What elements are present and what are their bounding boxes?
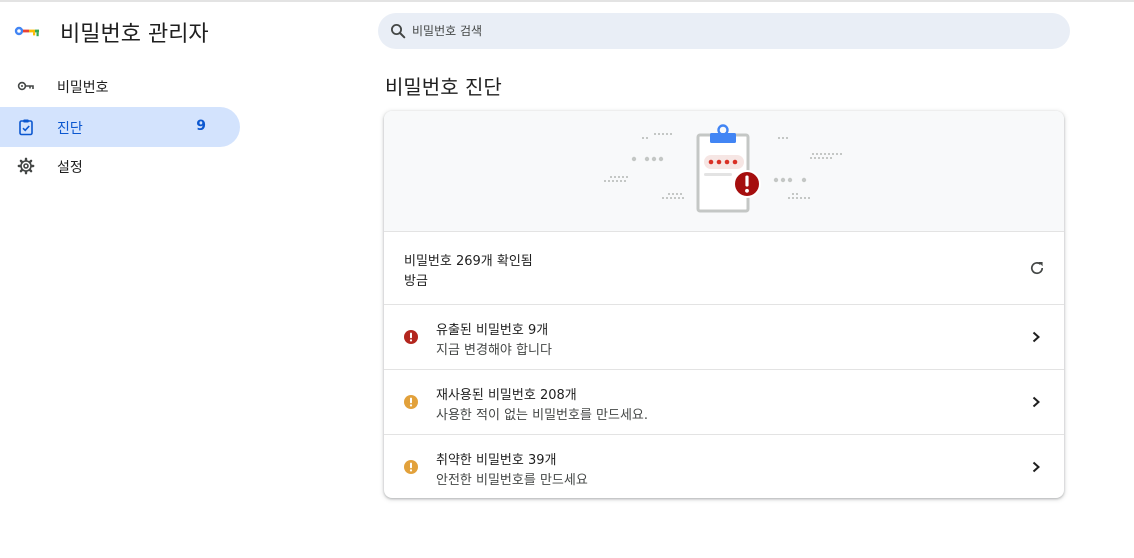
issue-count-badge: 9	[196, 118, 206, 134]
sidebar-item-label: 비밀번호	[57, 80, 109, 96]
sidebar-item-label: 진단	[57, 121, 83, 137]
issue-subtitle: 사용한 적이 없는 비밀번호를 만드세요.	[436, 408, 649, 423]
checkup-card: 비밀번호 269개 확인됨 방금 유출된 비밀번호 9개 지금 변경해야 합니다…	[384, 111, 1064, 498]
key-icon	[17, 81, 34, 91]
clipboard-illustration	[604, 124, 842, 213]
compromised-passwords-row[interactable]: 유출된 비밀번호 9개 지금 변경해야 합니다	[384, 305, 1064, 370]
checked-count-text: 비밀번호 269개 확인됨	[404, 254, 533, 269]
checkup-summary: 비밀번호 269개 확인됨 방금	[384, 232, 1064, 305]
weak-passwords-row[interactable]: 취약한 비밀번호 39개 안전한 비밀번호를 만드세요	[384, 435, 1064, 498]
issue-title: 유출된 비밀번호 9개	[436, 323, 549, 338]
refresh-icon[interactable]	[1028, 259, 1046, 277]
page-title: 비밀번호 진단	[385, 75, 502, 99]
issue-title: 재사용된 비밀번호 208개	[436, 388, 577, 403]
top-divider	[0, 0, 1134, 2]
warning-icon	[404, 460, 418, 474]
error-icon	[404, 330, 418, 344]
app-title: 비밀번호 관리자	[60, 22, 209, 47]
last-checked-text: 방금	[404, 274, 428, 289]
sidebar-item-settings[interactable]: 설정	[0, 146, 240, 186]
sidebar-item-checkup[interactable]: 진단 9	[0, 107, 240, 147]
clipboard-check-icon	[19, 119, 33, 136]
sidebar-item-passwords[interactable]: 비밀번호	[0, 66, 240, 106]
issue-title: 취약한 비밀번호 39개	[436, 453, 557, 468]
warning-icon	[404, 395, 418, 409]
sidebar-item-label: 설정	[57, 160, 83, 176]
chevron-right-icon	[1032, 331, 1040, 343]
chevron-right-icon	[1032, 461, 1040, 473]
search-input[interactable]	[412, 13, 1052, 49]
reused-passwords-row[interactable]: 재사용된 비밀번호 208개 사용한 적이 없는 비밀번호를 만드세요.	[384, 370, 1064, 435]
chevron-right-icon	[1032, 396, 1040, 408]
search-icon	[391, 24, 406, 39]
search-bar[interactable]	[378, 13, 1070, 49]
issue-subtitle: 지금 변경해야 합니다	[436, 343, 552, 358]
key-logo-icon	[14, 26, 39, 37]
issue-subtitle: 안전한 비밀번호를 만드세요	[436, 473, 588, 488]
checkup-banner	[384, 111, 1064, 232]
gear-icon	[17, 157, 35, 175]
